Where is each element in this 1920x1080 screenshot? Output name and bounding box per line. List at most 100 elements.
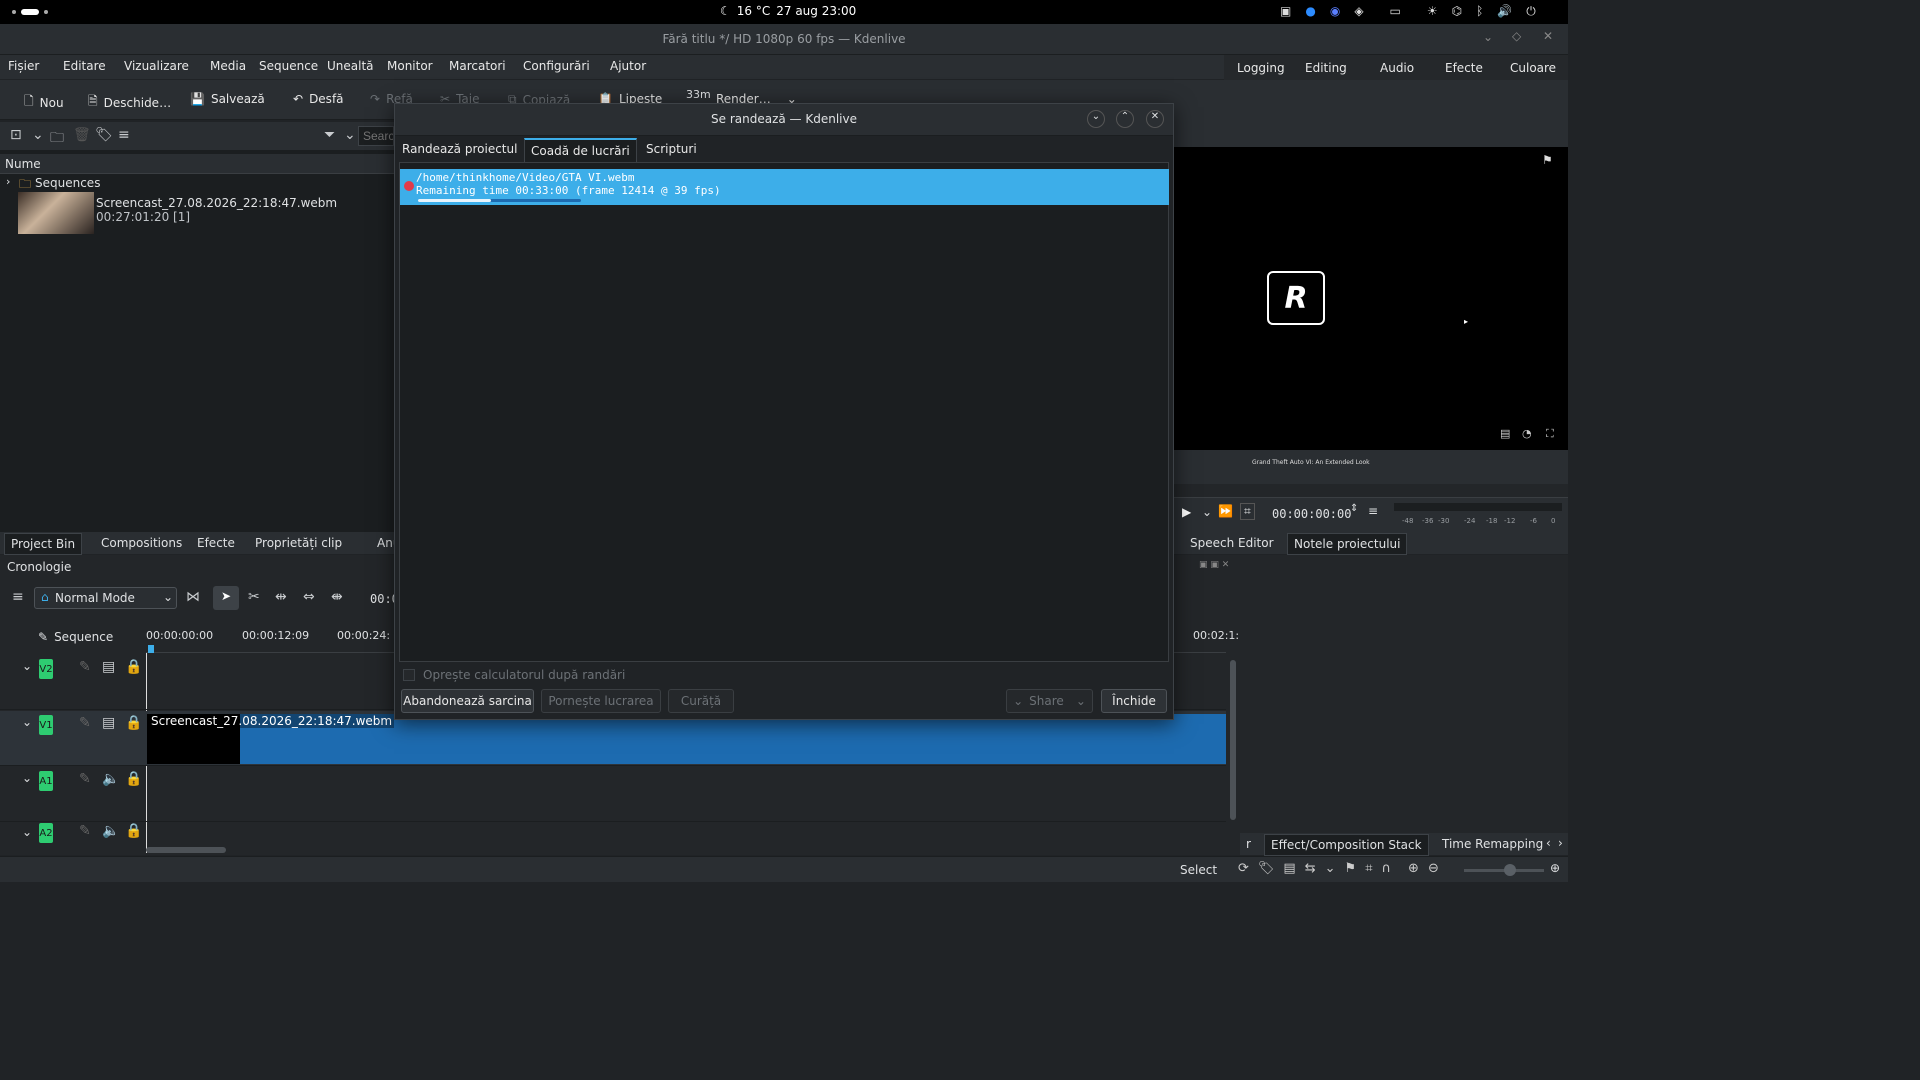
menu-fisier[interactable]: Fișier: [8, 59, 39, 73]
speaker-icon[interactable]: 🔈: [102, 823, 119, 839]
maximize-icon[interactable]: ⌃: [1116, 110, 1134, 128]
sequences-folder[interactable]: › 🗀 Sequences: [0, 175, 394, 192]
close-window-icon[interactable]: ✕: [1543, 29, 1553, 43]
speed-icon[interactable]: ◔: [1522, 427, 1532, 440]
film-icon[interactable]: ▤: [102, 715, 115, 731]
spin-icon[interactable]: ⇕: [1350, 503, 1358, 514]
tab-truncated[interactable]: r: [1240, 834, 1257, 854]
chevron-right-icon[interactable]: ›: [6, 175, 10, 188]
undo-button[interactable]: ↶ Desfă: [293, 92, 344, 106]
shutdown-option[interactable]: Oprește calculatorul după randări: [403, 668, 625, 682]
film-icon[interactable]: ▤: [1283, 861, 1295, 876]
chevron-down-icon[interactable]: ⌄: [344, 127, 356, 143]
brightness-icon[interactable]: ☀: [1427, 4, 1438, 19]
zoom-out-icon[interactable]: ⊖: [1428, 861, 1439, 876]
folder-icon[interactable]: 🗀: [50, 127, 64, 151]
zoom-in-icon[interactable]: ⊕: [1550, 861, 1560, 875]
menu-icon[interactable]: ≡: [1368, 504, 1378, 518]
add-clip-icon[interactable]: ⊡: [10, 127, 22, 143]
menu-vizualizare[interactable]: Vizualizare: [124, 59, 189, 73]
zoom-slider[interactable]: [1464, 864, 1544, 876]
bluetooth-icon[interactable]: ᛒ: [1476, 4, 1483, 19]
play-icon[interactable]: ▶: [1182, 505, 1191, 519]
dock-float-icon[interactable]: ▣ ▣ ✕: [1199, 560, 1229, 570]
effect-icon[interactable]: ✎: [79, 823, 91, 839]
workspace-logging[interactable]: Logging: [1237, 61, 1285, 75]
app2-tray-icon[interactable]: ◈: [1354, 4, 1363, 19]
tab-scripts[interactable]: Scripturi: [640, 138, 703, 162]
edit-mode-select[interactable]: ⌂ Normal Mode ⌄: [34, 587, 177, 609]
tag-icon[interactable]: 🏷: [95, 127, 113, 143]
network-icon[interactable]: ⌬: [1452, 4, 1462, 19]
speaker-icon[interactable]: 🔈: [102, 771, 119, 787]
playhead[interactable]: [148, 645, 154, 653]
workspace-audio[interactable]: Audio: [1380, 61, 1414, 75]
minimize-icon[interactable]: ⌄: [1087, 110, 1105, 128]
razor-tool-icon[interactable]: ✂: [248, 589, 260, 605]
menu-icon[interactable]: ≡: [118, 127, 130, 143]
screenshot-tray-icon[interactable]: ▭: [1390, 4, 1401, 19]
clip-item[interactable]: Screencast_27.08.2026_22:18:47.webm 00:2…: [0, 192, 394, 236]
menu-monitor[interactable]: Monitor: [387, 59, 433, 73]
tab-speech-editor[interactable]: Speech Editor: [1184, 533, 1280, 553]
zone-icon[interactable]: ⌗: [1240, 503, 1255, 520]
magnet-icon[interactable]: ∩: [1382, 861, 1392, 876]
effect-icon[interactable]: ✎: [79, 771, 91, 787]
shutdown-checkbox[interactable]: [403, 669, 415, 681]
tab-compositions[interactable]: Compositions: [95, 533, 188, 553]
grid-icon[interactable]: ⌗: [1365, 861, 1372, 876]
select-tool-icon[interactable]: ➤: [213, 586, 239, 610]
tab-efecte[interactable]: Efecte: [191, 533, 241, 553]
volume-icon[interactable]: 🔊: [1497, 4, 1512, 19]
chevron-down-icon[interactable]: ⌄: [22, 825, 32, 839]
timeline-vscrollbar[interactable]: [1230, 660, 1236, 820]
start-job-button[interactable]: Pornește lucrarea: [541, 689, 661, 713]
zoom-tray-icon[interactable]: ●: [1305, 4, 1315, 19]
menu-editare[interactable]: Editare: [63, 59, 106, 73]
menu-unealta[interactable]: Unealtă: [327, 59, 374, 73]
fullscreen-icon[interactable]: ⛶: [1546, 427, 1554, 441]
film-icon[interactable]: ▤: [102, 659, 115, 675]
tab-effect-stack[interactable]: Effect/Composition Stack: [1264, 834, 1429, 856]
clock-area[interactable]: ☾ 16 °C 27 aug 23:00: [720, 4, 856, 18]
track-badge[interactable]: V2: [39, 659, 53, 679]
chevron-left-icon[interactable]: ‹: [1546, 836, 1551, 850]
subtitles-icon[interactable]: ▤: [1500, 427, 1510, 440]
chevron-down-icon[interactable]: ⌄: [22, 659, 32, 673]
monitor-video[interactable]: ⚑ R ▸ Grand Theft Auto VI: An Extended L…: [1174, 147, 1568, 466]
monitor-timecode[interactable]: 00:00:00:00: [1272, 507, 1351, 521]
lock-icon[interactable]: 🔒: [125, 715, 142, 731]
activities-indicator[interactable]: [12, 9, 48, 15]
ripple-tool-icon[interactable]: ⇔: [303, 589, 315, 605]
chevron-down-icon[interactable]: ⌄: [1202, 505, 1212, 519]
chevron-down-icon[interactable]: ⌄: [32, 127, 44, 143]
tab-time-remapping[interactable]: Time Remapping: [1436, 834, 1549, 854]
effect-icon[interactable]: ✎: [79, 715, 91, 731]
chevron-right-icon[interactable]: ›: [1558, 836, 1563, 850]
tag-icon[interactable]: 🏷: [1258, 861, 1275, 876]
refresh-icon[interactable]: ⟳: [1238, 861, 1249, 876]
close-icon[interactable]: ✕: [1146, 110, 1164, 128]
new-button[interactable]: 🗋 Nou: [24, 92, 64, 113]
bin-search-input[interactable]: [358, 126, 394, 146]
menu-ajutor[interactable]: Ajutor: [610, 59, 646, 73]
fast-forward-icon[interactable]: ⏩: [1218, 504, 1233, 518]
job-row[interactable]: /home/thinkhome/Video/GTA VI.webm Remain…: [400, 169, 1169, 205]
menu-icon[interactable]: ≡: [12, 589, 24, 605]
abort-job-button[interactable]: Abandonează sarcina: [401, 689, 534, 713]
timeline-clip[interactable]: Screencast_27.08.2026_22:18:47.webm: [147, 714, 1226, 764]
open-button[interactable]: 🗎 Deschide…: [88, 92, 171, 113]
share-button[interactable]: ⌄ Share ⌄: [1006, 689, 1093, 713]
flag-icon[interactable]: ⚑: [1542, 153, 1553, 167]
delete-icon[interactable]: 🗑: [73, 127, 91, 143]
split-icon[interactable]: ⇆: [1305, 861, 1316, 876]
menu-sequence[interactable]: Sequence: [259, 59, 318, 73]
maximize-icon[interactable]: ◇: [1512, 29, 1521, 43]
lock-icon[interactable]: 🔒: [125, 823, 142, 839]
clean-button[interactable]: Curăță: [668, 689, 734, 713]
chevron-down-icon[interactable]: ⌄: [22, 715, 32, 729]
track-badge[interactable]: V1: [39, 715, 53, 735]
minimize-icon[interactable]: ⌄: [1483, 30, 1493, 44]
lock-icon[interactable]: 🔒: [125, 659, 142, 675]
lock-icon[interactable]: 🔒: [125, 771, 142, 787]
